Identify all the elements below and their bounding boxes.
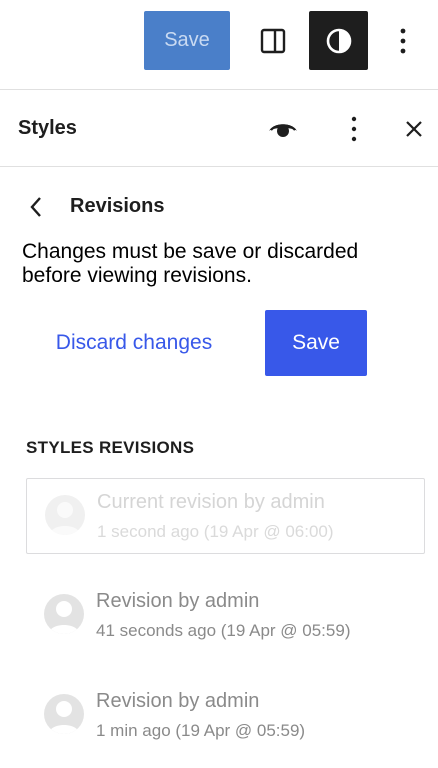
save-button[interactable]: Save	[265, 310, 367, 376]
unsaved-changes-notice: Changes must be save or discarded before…	[22, 240, 359, 287]
avatar	[45, 495, 85, 535]
sidebar-toggle-icon	[260, 28, 286, 54]
chevron-left-icon	[30, 197, 41, 217]
panel-more-button[interactable]	[334, 109, 374, 149]
revision-time: 41 seconds ago (19 Apr @ 05:59)	[96, 621, 351, 640]
revision-author: Current revision by admin	[97, 491, 325, 513]
close-icon	[406, 121, 422, 137]
revision-item[interactable]: Revision by admin 41 seconds ago (19 Apr…	[26, 578, 425, 654]
revisions-title: Revisions	[70, 195, 165, 217]
revision-author: Revision by admin	[96, 590, 260, 612]
revision-item[interactable]: Revision by admin 1 min ago (19 Apr @ 05…	[26, 678, 425, 754]
user-avatar-icon	[50, 502, 80, 535]
eye-icon	[269, 124, 297, 137]
avatar	[44, 594, 84, 634]
user-avatar-icon	[49, 701, 79, 734]
sidebar-toggle-button[interactable]	[250, 15, 296, 67]
options-menu-button[interactable]	[384, 15, 422, 67]
section-heading: STYLES REVISIONS	[26, 438, 195, 457]
avatar	[44, 694, 84, 734]
more-vertical-icon	[351, 116, 357, 142]
panel-title: Styles	[18, 117, 77, 139]
discard-changes-button[interactable]: Discard changes	[40, 318, 228, 368]
revision-item-current[interactable]: Current revision by admin 1 second ago (…	[26, 478, 425, 554]
revision-author: Revision by admin	[96, 690, 260, 712]
more-vertical-icon	[400, 28, 406, 54]
styles-button[interactable]	[309, 11, 368, 70]
close-panel-button[interactable]	[394, 109, 434, 149]
user-avatar-icon	[49, 601, 79, 634]
styles-panel-header: Styles	[0, 91, 438, 167]
contrast-icon	[326, 28, 351, 53]
style-book-button[interactable]	[262, 109, 304, 149]
save-button-top[interactable]: Save	[144, 11, 230, 70]
revision-time: 1 second ago (19 Apr @ 06:00)	[97, 522, 334, 541]
editor-top-bar: Save	[0, 0, 438, 90]
revision-time: 1 min ago (19 Apr @ 05:59)	[96, 721, 306, 740]
back-button[interactable]	[20, 190, 52, 224]
